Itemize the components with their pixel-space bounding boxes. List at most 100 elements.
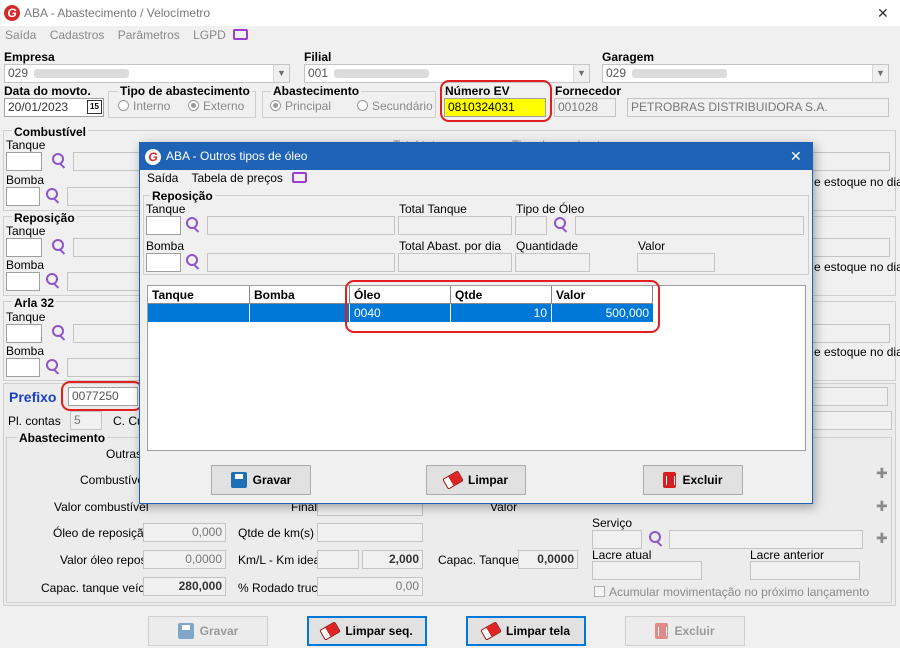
oleo-dialog: G ABA - Outros tipos de óleo ✕ Saída Tab… [139,142,813,504]
dialog-total-tanque-field [398,216,512,235]
arla-bomba-desc [67,358,143,377]
search-icon[interactable] [647,530,665,548]
trash-icon [663,472,677,488]
app-logo-icon: G [4,5,20,21]
reposicao-bg-bomba-field[interactable] [6,272,40,291]
principal-radio[interactable]: Principal [270,99,331,113]
search-icon[interactable] [552,216,570,234]
dialog-bomba-label: Bomba [146,239,185,253]
dialog-menu-saida[interactable]: Saída [147,171,178,185]
cell-tanque [148,304,250,322]
arla-title: Arla 32 [12,296,57,310]
search-icon[interactable] [50,324,68,342]
cell-bomba [250,304,350,322]
search-icon[interactable] [184,216,202,234]
add-icon[interactable]: ✚ [876,465,888,482]
monitor-icon[interactable] [233,29,249,40]
valor-oleo-label: Valor óleo repos. [60,553,150,567]
garagem-label: Garagem [602,50,655,64]
reposicao-bg-tanque-field[interactable] [6,238,42,257]
search-icon[interactable] [184,253,202,271]
eraser-icon [442,470,464,490]
kml-field [317,550,359,569]
tipo-label: Tipo de abastecimento [118,84,252,98]
secundario-radio[interactable]: Secundário [357,99,433,113]
capac-veic-label: Capac. tanque veíc. [41,581,148,595]
col-header-bomba[interactable]: Bomba [250,286,350,304]
tipo-externo-radio[interactable]: Externo [188,99,244,113]
dialog-tipo-oleo-field [515,216,547,235]
arla-tanque-label: Tanque [6,310,46,324]
search-icon[interactable] [44,358,62,376]
kml-label: Km/L - Km ideal [238,553,323,567]
combustivel-bomba-field[interactable] [6,187,40,206]
servico-desc [669,530,863,549]
title-bar: G ABA - Abastecimento / Velocímetro ✕ [0,0,900,26]
dialog-limpar-button[interactable]: Limpar [426,465,526,495]
data-label: Data do movto. [4,84,91,98]
menu-saida[interactable]: Saída [5,28,36,42]
window-close-button[interactable]: ✕ [877,5,889,22]
prefixo-right-field [812,387,888,406]
abastecimento-title: Abastecimento [17,431,108,445]
c-cu-right-field [812,411,892,430]
chevron-down-icon[interactable]: ▼ [273,65,289,82]
save-icon [230,472,247,488]
pl-contas-field: 5 [70,411,102,430]
empresa-combo[interactable]: 029 ▼ [4,64,290,83]
combustivel-bomba-desc [67,187,143,206]
acumular-checkbox[interactable]: Acumular movimentação no próximo lançame… [594,585,869,599]
search-icon[interactable] [44,272,62,290]
fornecedor-name-field: PETROBRAS DISTRIBUIDORA S.A. [627,98,889,117]
capac-veic-field: 280,000 [143,577,226,596]
dialog-bomba-field[interactable] [146,253,181,272]
chevron-down-icon[interactable]: ▼ [872,65,888,82]
capac-tanque-field: 0,0000 [518,550,578,569]
menu-bar: Saída Cadastros Parâmetros LGPD [5,28,258,42]
add-icon[interactable]: ✚ [876,498,888,515]
calendar-icon[interactable]: 15 [87,100,102,114]
dialog-excluir-button[interactable]: Excluir [643,465,743,495]
menu-parametros[interactable]: Parâmetros [118,28,180,42]
arla-bomba-field[interactable] [6,358,40,377]
dialog-total-tanque-label: Total Tanque [399,202,467,216]
dialog-total-abast-label: Total Abast. por dia [399,239,502,253]
gravar-button[interactable]: Gravar [148,616,268,646]
combustivel-bomba-label: Bomba [6,173,45,187]
monitor-icon[interactable] [292,172,308,183]
excluir-button[interactable]: Excluir [625,616,745,646]
dialog-reposicao-title: Reposição [150,189,215,203]
search-icon[interactable] [50,152,68,170]
empresa-label: Empresa [4,50,55,64]
dialog-tanque-field[interactable] [146,216,181,235]
dialog-close-button[interactable]: ✕ [790,148,802,165]
col-header-tanque[interactable]: Tanque [148,286,250,304]
lacre-atual-field [592,561,702,580]
limpar-seq-button[interactable]: Limpar seq. [307,616,427,646]
combustivel-title: Combustível [12,125,89,139]
highlight-grid-row [345,280,660,333]
menu-cadastros[interactable]: Cadastros [50,28,105,42]
reposicao-bg-bomba-desc [67,272,143,291]
dialog-tanque-desc [207,216,395,235]
search-icon[interactable] [50,238,68,256]
combustivel-estoque-label: e estoque no dia [814,175,900,189]
qtde-km-label: Qtde de km(s) [238,526,315,540]
dialog-total-abast-field [398,253,512,272]
chevron-down-icon[interactable]: ▼ [573,65,589,82]
tipo-interno-radio[interactable]: Interno [118,99,170,113]
arla-tanque-desc [73,324,143,343]
garagem-combo[interactable]: 029 ▼ [602,64,889,83]
dialog-valor-field [637,253,715,272]
combustivel-tanque-field[interactable] [6,152,42,171]
arla-tanque-field[interactable] [6,324,42,343]
add-icon[interactable]: ✚ [876,530,888,547]
limpar-tela-button[interactable]: Limpar tela [466,616,586,646]
dialog-gravar-button[interactable]: Gravar [211,465,311,495]
search-icon[interactable] [44,187,62,205]
valor-combustivel-label: Valor combustível [54,500,149,514]
highlight-numero-ev [440,80,552,122]
dialog-menu-tabela[interactable]: Tabela de preços [191,171,282,185]
menu-lgpd[interactable]: LGPD [193,28,226,42]
dialog-quantidade-field [515,253,590,272]
